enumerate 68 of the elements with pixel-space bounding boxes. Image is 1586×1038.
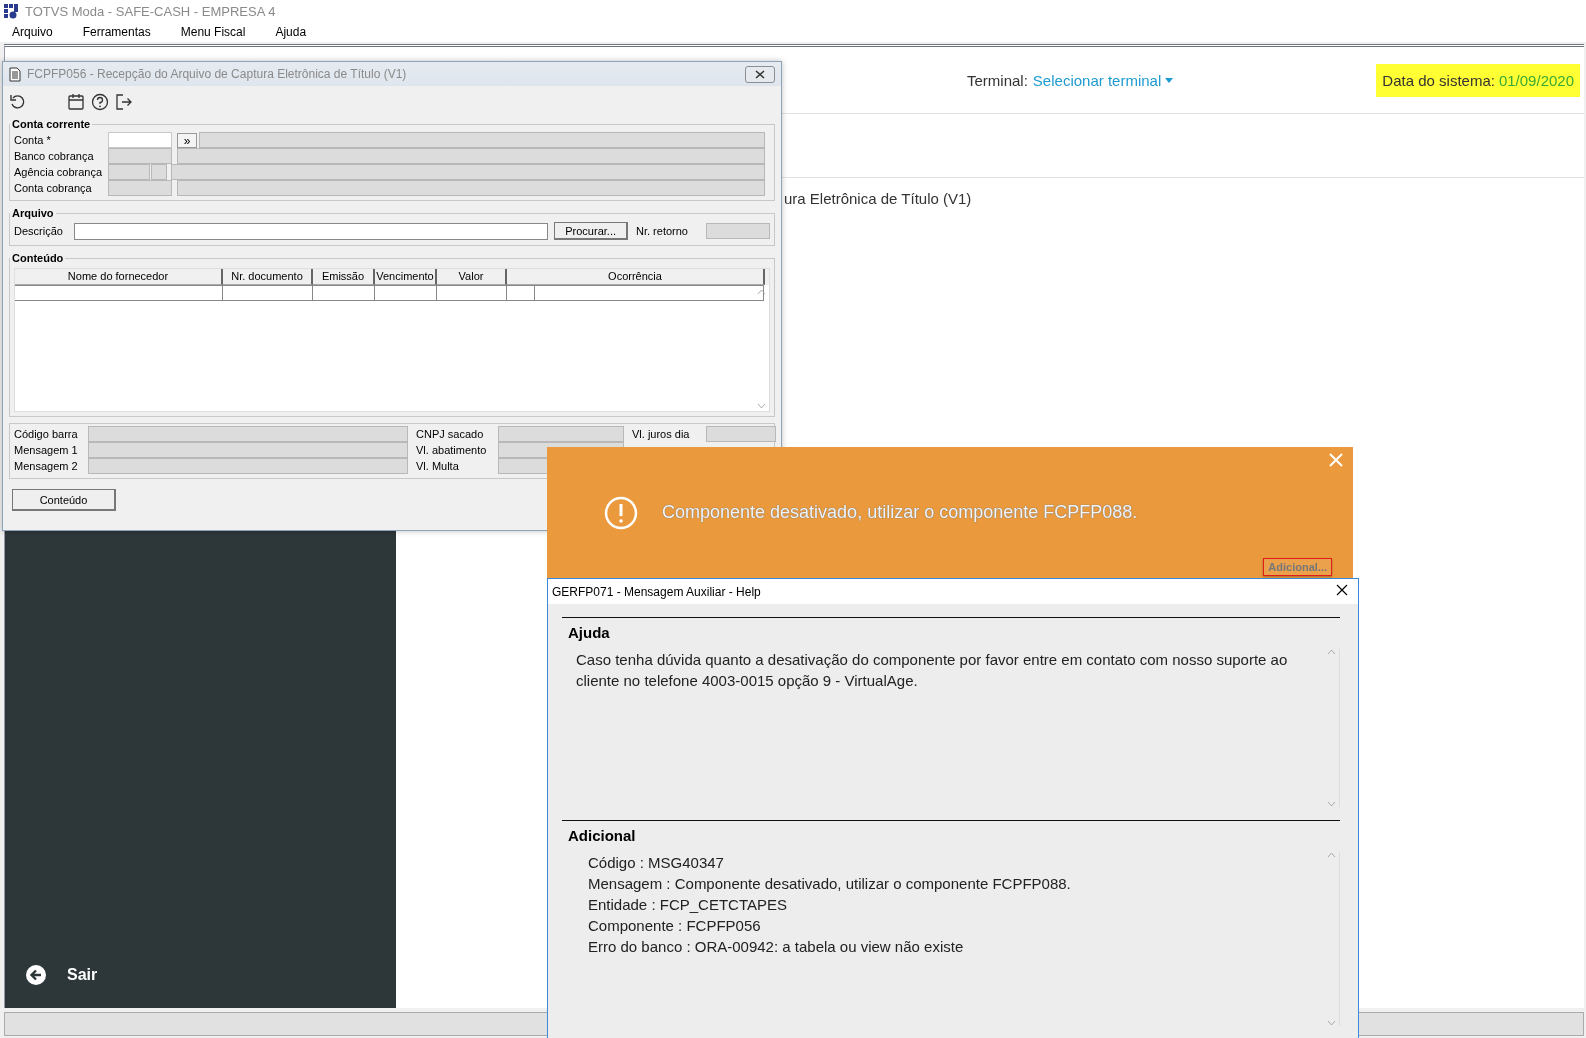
table-cell <box>313 285 375 301</box>
window-title: GERFP071 - Mensagem Auxiliar - Help <box>552 584 761 599</box>
input-field[interactable] <box>74 222 549 240</box>
scroll-down-icon[interactable] <box>756 403 766 409</box>
alert-icon <box>604 495 638 530</box>
field-label: Nr. retorno <box>636 225 689 237</box>
section-title: Arquivo <box>11 207 55 219</box>
column-header[interactable]: Emissão <box>313 269 375 285</box>
column-header[interactable]: Vencimento <box>375 269 437 285</box>
menu-item[interactable]: Arquivo <box>12 25 53 39</box>
field-label: Descrição <box>14 225 64 237</box>
scroll-up-icon[interactable] <box>1326 649 1336 655</box>
scroll-up-icon[interactable] <box>1326 852 1336 858</box>
field-label: Agência cobrança <box>14 166 104 178</box>
table-cell <box>507 285 535 301</box>
column-header[interactable]: Nr. documento <box>223 269 313 285</box>
help-text: Código : MSG40347 <box>588 853 725 873</box>
exit-menu-item[interactable]: Sair <box>5 964 396 1008</box>
field-label: Vl. abatimento <box>416 444 488 456</box>
help-text: Entidade : FCP_CETCTAPES <box>588 895 788 915</box>
field-label: Conta * <box>14 134 52 146</box>
window-title: FCPFP056 - Recepção do Arquivo de Captura Eletrônica de Título (V1) <box>27 67 407 81</box>
menu-item[interactable]: Menu Fiscal <box>180 25 246 39</box>
field-label: Conta cobrança <box>14 182 93 194</box>
scroll-up-icon[interactable] <box>756 289 766 295</box>
app-icon <box>3 3 19 19</box>
table-cell <box>375 285 437 301</box>
help-text: Componente : FCPFP056 <box>588 916 762 936</box>
scroll-down-icon[interactable] <box>1326 1020 1336 1026</box>
input-field[interactable] <box>108 132 172 148</box>
document-icon <box>9 66 21 82</box>
column-header[interactable]: Valor <box>437 269 507 285</box>
calendar-button[interactable] <box>67 93 85 111</box>
page-heading: ura Eletrônica de Título (V1) <box>784 190 972 207</box>
column-header[interactable]: Nome do fornecedor <box>15 269 223 285</box>
close-icon <box>755 69 765 79</box>
table-cell <box>437 285 507 301</box>
field-label: Banco cobrança <box>14 150 95 162</box>
caret-icon <box>1165 77 1174 83</box>
exit-button[interactable] <box>115 93 133 111</box>
help-button[interactable] <box>91 93 109 111</box>
field-label: Vl. juros dia <box>632 428 691 440</box>
toast-message: Componente desativado, utilizar o componente FCPFP088. <box>662 502 1138 523</box>
field-label: CNPJ sacado <box>416 428 485 440</box>
section-title: Adicional <box>567 826 637 846</box>
lookup-button[interactable]: » <box>177 132 197 148</box>
field-label: Mensagem 1 <box>14 444 79 456</box>
help-text: Erro do banco : ORA-00942: a tabela ou view não existe <box>588 937 965 957</box>
date-label: Data do sistema: <box>1382 71 1495 89</box>
menu-item[interactable]: Ferramentas <box>82 25 151 39</box>
section-title: Conteúdo <box>11 252 65 264</box>
column-header[interactable]: Ocorrência <box>507 269 765 285</box>
field-label: Vl. Multa <box>416 460 460 472</box>
help-text: Caso tenha dúvida quanto a desativação do componente por favor entre em contato com nosso suporte ao cliente no telefone 4003-0015 opção 9 - VirtualAge. <box>576 650 1289 691</box>
help-text: Mensagem : Componente desativado, utilizar o componente FCPFP088. <box>588 874 1072 894</box>
terminal-label: Terminal: <box>967 71 1028 89</box>
field-label: Mensagem 2 <box>14 460 79 472</box>
field-label: Código barra <box>14 428 79 440</box>
browse-button[interactable]: Procurar... <box>554 222 628 240</box>
undo-button[interactable] <box>9 93 27 111</box>
content-button[interactable]: Conteúdo <box>12 489 116 511</box>
window-title: TOTVS Moda - SAFE-CASH - EMPRESA 4 <box>25 3 276 19</box>
menu-item[interactable]: Ajuda <box>275 25 307 39</box>
close-button[interactable] <box>745 65 775 83</box>
scroll-down-icon[interactable] <box>1326 801 1336 807</box>
section-title: Ajuda <box>567 623 611 643</box>
section-title: Conta corrente <box>11 118 92 130</box>
date-value: 01/09/2020 <box>1498 71 1574 89</box>
